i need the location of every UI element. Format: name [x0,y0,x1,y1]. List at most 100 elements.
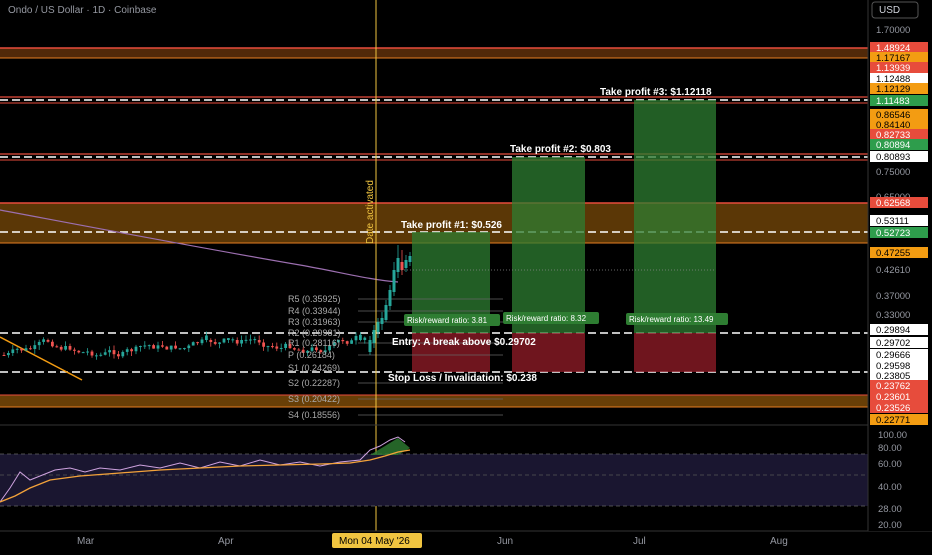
candle-body [240,339,243,344]
entry-label: Entry: A break above $0.29702 [392,337,536,348]
price-axis-label: 0.23601 [876,392,910,403]
rr-badge-3[interactable]: Risk/reward ratio: 13.49 [626,313,728,325]
candle-body [95,355,98,357]
candle-body [271,346,274,348]
candle-body [51,341,54,347]
candle-body [191,342,195,346]
candle-body [359,334,362,340]
candle-body [108,350,111,353]
candle-body [341,340,345,342]
pivot-r2: R2 (0.29981) [288,328,341,338]
chart-root[interactable]: Date activated Take profit #1: $0.526 Ta… [0,0,932,550]
candle-body [112,350,116,355]
price-axis-label: 1.13939 [876,63,910,74]
candle-body [125,349,129,352]
candle-body [222,338,226,343]
candle-body [266,346,270,348]
rsi-axis-28: 28.00 [878,504,902,515]
candle-body [205,335,208,340]
price-axis-label: 1.11483 [876,96,910,107]
candle-body [86,351,89,353]
candle-body [227,338,230,340]
candle-body [134,346,138,352]
time-label-mar: Mar [77,536,95,547]
currency-label[interactable]: USD [879,5,900,16]
price-chart[interactable]: Date activated Take profit #1: $0.526 Ta… [0,0,932,550]
rr-badge-2[interactable]: Risk/reward ratio: 8.32 [503,312,599,324]
candle-body [200,339,204,344]
candle-body [345,341,349,344]
candle-body [59,346,63,350]
candle-body [42,339,45,342]
candle-body [183,348,186,350]
rsi-axis-80: 80.00 [878,443,902,454]
pivot-r1: R1 (0.28116) [288,338,340,348]
pivot-p: P (0.26184) [288,350,335,360]
candle-body [174,345,177,349]
candle-body [81,352,85,354]
candle-body [46,340,50,342]
candle-body [152,345,155,349]
price-axis-label: 0.22771 [876,415,910,426]
candle-body [103,352,107,355]
candle-body [284,343,287,348]
candle-body [187,345,191,349]
candle-body [29,348,32,350]
candle-body [213,342,217,344]
price-axis-label: 0.29666 [876,350,910,361]
candle-body [156,345,160,349]
price-axis-label: 0.80893 [876,152,910,163]
candle-body [279,347,283,349]
time-label-jun: Jun [497,536,513,547]
candle-body [33,345,37,349]
candle-body [130,349,133,352]
stop-loss-label: Stop Loss / Invalidation: $0.238 [388,373,537,384]
candle-body [178,348,182,350]
candle-body [169,345,173,350]
price-axis-label: 0.53111 [876,216,909,227]
candle-body [24,348,28,351]
candle-body [143,345,147,347]
candle-body [388,290,392,306]
price-axis-label: 0.80894 [876,140,910,151]
pivot-s1: S1 (0.24269) [288,363,340,373]
candle-body [117,354,120,357]
candle-body [372,330,376,343]
candle-body [55,346,59,348]
candle-body [218,342,221,344]
pivot-s2: S2 (0.22287) [288,378,340,388]
rsi-axis-40: 40.00 [878,482,902,493]
candle-body [15,348,19,350]
price-axis-label: 0.33000 [876,310,910,321]
pivot-s3: S3 (0.20422) [288,394,340,404]
candle-body [253,339,257,341]
candle-body [209,340,213,343]
candle-body [350,340,353,344]
price-axis-label: 0.23762 [876,381,910,392]
ticker-title[interactable]: Ondo / US Dollar · 1D · Coinbase [8,5,156,16]
rsi-axis-20: 20.00 [878,520,902,531]
time-label-jul: Jul [633,536,646,547]
rr-badge-2-text: Risk/reward ratio: 8.32 [506,314,587,323]
price-axis-label: 1.70000 [876,25,910,36]
pivot-r4: R4 (0.33944) [288,306,341,316]
candle-body [37,341,41,346]
candle-body [64,346,67,350]
candle-body [275,346,279,349]
candle-body [99,354,103,356]
price-axis-label: 0.75000 [876,167,910,178]
time-label-aug: Aug [770,536,788,547]
time-label-apr: Apr [218,536,234,547]
take-profit-1-label: Take profit #1: $0.526 [401,220,502,231]
price-axis-label: 0.29894 [876,325,910,336]
pivot-r5: R5 (0.35925) [288,294,341,304]
candle-body [161,345,164,347]
candle-body [376,322,380,332]
candle-body [380,318,384,324]
candle-body [368,340,372,352]
candle-body [384,305,388,320]
candle-body [139,346,142,348]
candle-body [262,342,265,347]
candle-body [165,346,169,350]
rr-badge-1[interactable]: Risk/reward ratio: 3.81 [404,314,500,326]
